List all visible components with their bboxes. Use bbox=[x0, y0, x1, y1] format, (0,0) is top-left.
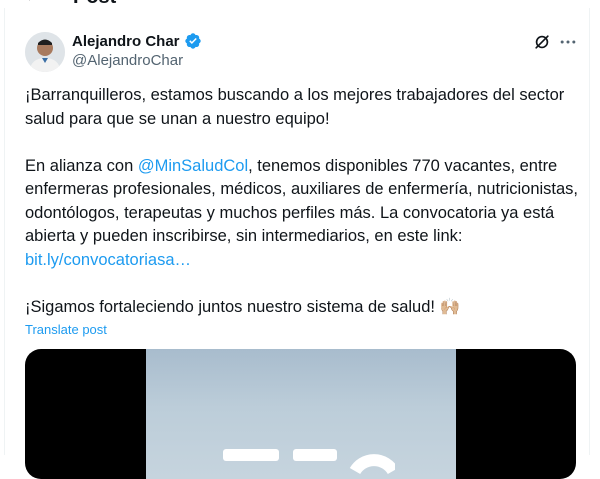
back-arrow-icon[interactable]: ← bbox=[24, 0, 40, 6]
url-link[interactable]: bit.ly/convocatoriasa… bbox=[25, 251, 191, 269]
media-numerals-graphic bbox=[223, 449, 395, 475]
post-paragraph-1: ¡Barranquilleros, estamos buscando a los… bbox=[25, 86, 565, 128]
author-name-row: Alejandro Char bbox=[72, 32, 202, 50]
more-icon[interactable] bbox=[558, 32, 578, 52]
grok-icon[interactable] bbox=[532, 32, 552, 52]
top-bar: ← Post bbox=[0, 0, 600, 8]
avatar-image bbox=[25, 32, 65, 72]
post-paragraph-3: ¡Sigamos fortaleciendo juntos nuestro si… bbox=[25, 297, 461, 316]
mention-link[interactable]: @MinSaludCol bbox=[138, 157, 248, 175]
post-media[interactable] bbox=[25, 349, 576, 479]
translate-post-link[interactable]: Translate post bbox=[25, 322, 107, 337]
post-text-segment: En alianza con bbox=[25, 156, 138, 175]
author-handle[interactable]: @AlejandroChar bbox=[72, 52, 183, 69]
post-paragraph-2: En alianza con @MinSaludCol, tenemos dis… bbox=[25, 155, 585, 273]
verified-badge-icon bbox=[184, 33, 201, 49]
post-card: Alejandro Char @AlejandroChar ¡Barranqui… bbox=[4, 8, 590, 479]
avatar[interactable] bbox=[25, 32, 65, 72]
author-name[interactable]: Alejandro Char bbox=[72, 33, 180, 50]
post-text: ¡Barranquilleros, estamos buscando a los… bbox=[25, 84, 585, 319]
